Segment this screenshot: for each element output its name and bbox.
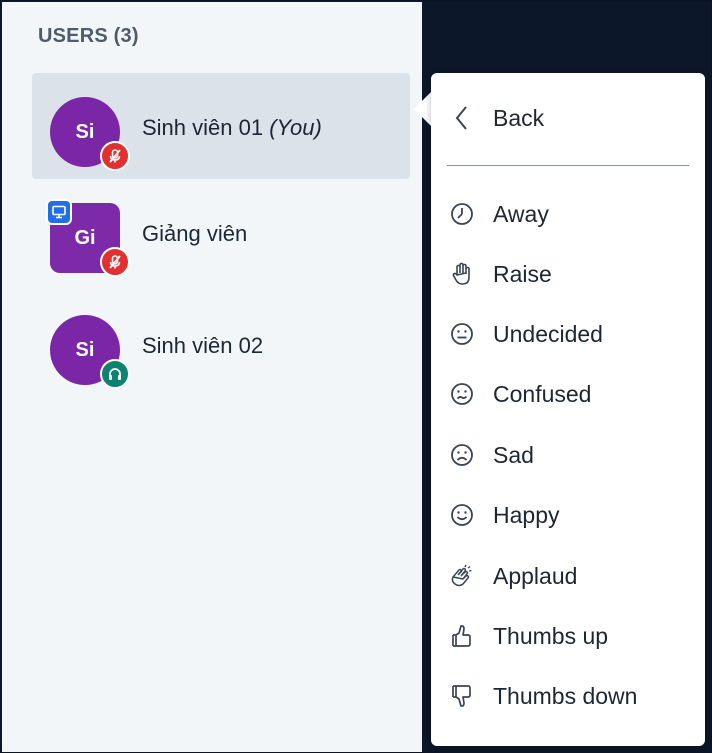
undecided-face-icon — [445, 317, 479, 351]
status-item-label: Sad — [493, 442, 534, 468]
user-name-text: Giảng viên — [142, 221, 248, 246]
status-item-label: Undecided — [493, 321, 603, 347]
user-item-sinh-vien-02[interactable]: Si Sinh viên 02 — [32, 291, 410, 397]
status-item-label: Confused — [493, 381, 592, 407]
users-panel: USERS (3) Si Sinh viên 01 (You) Gi Giảng… — [2, 2, 422, 752]
clock-icon — [445, 197, 479, 231]
users-list-title: USERS (3) — [38, 25, 139, 47]
back-button[interactable]: Back — [431, 93, 705, 143]
status-item-undecided[interactable]: Undecided — [431, 309, 705, 359]
back-label: Back — [493, 105, 545, 131]
avatar-initials: Si — [75, 338, 95, 361]
happy-face-icon — [445, 498, 479, 532]
status-item-label: Raise — [493, 261, 552, 287]
status-menu: Back Away Raise Undecided Confused Sad H… — [431, 73, 705, 746]
status-item-applaud[interactable]: Applaud — [431, 551, 705, 601]
avatar-initials: Gi — [74, 226, 96, 249]
confused-face-icon — [445, 377, 479, 411]
headphones-icon — [100, 359, 130, 389]
status-item-label: Happy — [493, 502, 560, 528]
muted-mic-icon — [100, 247, 130, 277]
status-item-happy[interactable]: Happy — [431, 490, 705, 540]
you-label: (You) — [269, 115, 322, 140]
menu-pointer-arrow — [414, 91, 432, 127]
sad-face-icon — [445, 438, 479, 472]
user-name-text: Sinh viên 01 — [142, 115, 264, 140]
status-item-thumbs-up[interactable]: Thumbs up — [431, 611, 705, 661]
applaud-icon — [445, 559, 479, 593]
status-item-label: Thumbs up — [493, 623, 609, 649]
status-item-raise[interactable]: Raise — [431, 249, 705, 299]
thumbs-down-icon — [445, 679, 479, 713]
user-name: Giảng viên — [142, 221, 247, 247]
muted-mic-icon — [100, 141, 130, 171]
status-item-sad[interactable]: Sad — [431, 430, 705, 480]
status-item-away[interactable]: Away — [431, 189, 705, 239]
app-frame: USERS (3) Si Sinh viên 01 (You) Gi Giảng… — [0, 0, 712, 753]
status-item-thumbs-down[interactable]: Thumbs down — [431, 671, 705, 721]
thumbs-up-icon — [445, 619, 479, 653]
user-name: Sinh viên 02 — [142, 333, 263, 359]
status-item-label: Applaud — [493, 563, 578, 589]
avatar-initials: Si — [75, 120, 95, 143]
chevron-left-icon — [445, 101, 479, 135]
status-item-label: Thumbs down — [493, 683, 638, 709]
user-name: Sinh viên 01 (You) — [142, 115, 322, 141]
status-item-confused[interactable]: Confused — [431, 369, 705, 419]
user-item-giang-vien[interactable]: Gi Giảng viên — [32, 179, 410, 285]
user-name-text: Sinh viên 02 — [142, 333, 264, 358]
hand-icon — [445, 257, 479, 291]
status-item-label: Away — [493, 201, 549, 227]
presenter-icon — [46, 199, 72, 225]
user-item-sinh-vien-01[interactable]: Si Sinh viên 01 (You) — [32, 73, 410, 179]
menu-divider — [447, 165, 689, 166]
